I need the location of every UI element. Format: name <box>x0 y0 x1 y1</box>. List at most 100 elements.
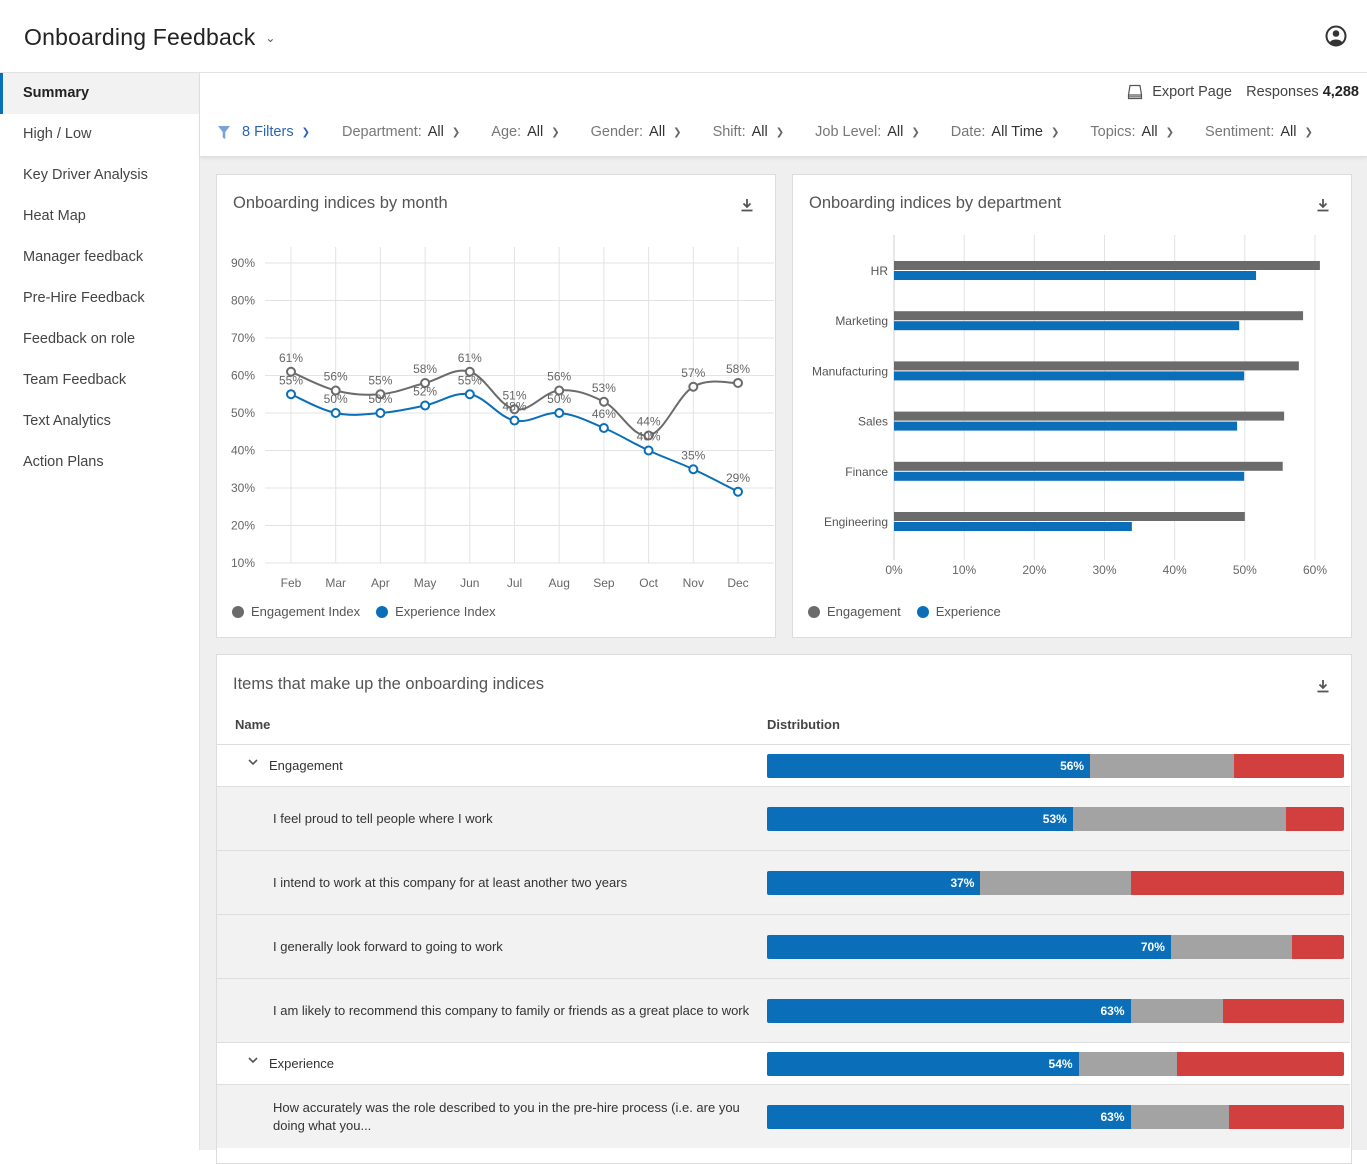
negative-segment[interactable] <box>1234 754 1344 778</box>
data-label: 53% <box>592 381 616 395</box>
table-row: I am likely to recommend this company to… <box>217 978 1350 1042</box>
positive-segment[interactable]: 53% <box>767 807 1073 831</box>
column-header-name[interactable]: Name <box>235 717 270 732</box>
chevron-down-icon[interactable] <box>248 1056 258 1067</box>
filter-funnel-icon <box>218 125 230 139</box>
sidebar-item-pre-hire-feedback[interactable]: Pre-Hire Feedback <box>0 278 199 319</box>
y-tick-label: 90% <box>231 256 255 270</box>
chevron-down-icon[interactable] <box>248 758 258 769</box>
negative-segment[interactable] <box>1228 1105 1344 1129</box>
neutral-segment[interactable] <box>1072 807 1287 831</box>
neutral-segment[interactable] <box>1130 999 1223 1023</box>
filter-date[interactable]: Date: All Time ❯ <box>951 124 1060 140</box>
survey-title-dropdown[interactable]: Onboarding Feedback ⌄ <box>24 24 276 51</box>
neutral-segment[interactable] <box>1170 935 1293 959</box>
positive-segment[interactable]: 37% <box>767 871 981 895</box>
user-circle-icon[interactable] <box>1325 25 1347 47</box>
data-label: 56% <box>547 370 571 384</box>
sidebar-item-key-driver-analysis[interactable]: Key Driver Analysis <box>0 155 199 196</box>
bar-experience <box>894 321 1240 331</box>
negative-segment[interactable] <box>1222 999 1344 1023</box>
chevron-down-icon: ❯ <box>1051 126 1060 138</box>
distribution-bar[interactable]: 70% <box>767 935 1344 959</box>
legend-item-experience-index[interactable]: Experience Index <box>376 604 496 619</box>
x-tick-label: 20% <box>1022 563 1046 577</box>
positive-segment[interactable]: 54% <box>767 1052 1079 1076</box>
x-tick-label: Nov <box>683 576 704 590</box>
filter-department[interactable]: Department: All ❯ <box>342 124 460 140</box>
negative-segment[interactable] <box>1176 1052 1344 1076</box>
x-tick-label: 60% <box>1303 563 1327 577</box>
table-group-row[interactable]: Engagement 56% <box>217 744 1350 786</box>
filters-toggle[interactable]: 8 Filters ❯ <box>218 124 310 140</box>
legend-label: Engagement <box>827 604 901 619</box>
filter-job-level[interactable]: Job Level: All ❯ <box>815 124 920 140</box>
neutral-segment[interactable] <box>1090 754 1235 778</box>
negative-segment[interactable] <box>1286 807 1344 831</box>
negative-segment[interactable] <box>1292 935 1344 959</box>
positive-segment[interactable]: 70% <box>767 935 1171 959</box>
distribution-bar[interactable]: 63% <box>767 999 1344 1023</box>
y-tick-label: Engineering <box>824 515 888 529</box>
data-point <box>598 396 609 407</box>
x-tick-label: Feb <box>281 576 302 590</box>
filter-label: Gender: <box>590 124 644 140</box>
neutral-segment[interactable] <box>1130 1105 1229 1129</box>
filter-shift[interactable]: Shift: All ❯ <box>713 124 785 140</box>
chevron-down-icon: ❯ <box>911 126 920 138</box>
x-tick-label: Apr <box>371 576 390 590</box>
legend-item-engagement-index[interactable]: Engagement Index <box>232 604 360 619</box>
positive-segment[interactable]: 56% <box>767 754 1091 778</box>
filter-gender[interactable]: Gender: All ❯ <box>591 124 682 140</box>
x-tick-label: Oct <box>639 576 658 590</box>
data-label: 61% <box>458 351 482 365</box>
filter-sentiment[interactable]: Sentiment: All ❯ <box>1205 124 1313 140</box>
data-point <box>375 408 386 418</box>
gridlines <box>893 235 1316 560</box>
x-tick-label: Sep <box>593 576 615 590</box>
filter-value: All <box>887 124 904 140</box>
sidebar-item-text-analytics[interactable]: Text Analytics <box>0 401 199 442</box>
chevron-down-icon: ❯ <box>551 126 560 138</box>
distribution-bar[interactable]: 56% <box>767 754 1344 778</box>
distribution-bar[interactable]: 37% <box>767 871 1344 895</box>
negative-segment[interactable] <box>1130 871 1344 895</box>
sidebar-item-team-feedback[interactable]: Team Feedback <box>0 360 199 401</box>
sidebar-item-feedback-on-role[interactable]: Feedback on role <box>0 319 199 360</box>
sidebar-item-action-plans[interactable]: Action Plans <box>0 442 199 483</box>
legend-label: Engagement Index <box>251 604 361 619</box>
neutral-segment[interactable] <box>1078 1052 1177 1076</box>
filter-value: All <box>527 124 544 140</box>
download-icon[interactable] <box>740 197 754 213</box>
distribution-bar[interactable]: 54% <box>767 1052 1344 1076</box>
filter-label: Age: <box>491 124 522 140</box>
bar-experience <box>894 421 1238 431</box>
table-group-row[interactable]: Experience 54% <box>217 1042 1350 1084</box>
download-icon[interactable] <box>1316 197 1330 213</box>
distribution-bar[interactable]: 53% <box>767 807 1344 831</box>
sidebar-item-heat-map[interactable]: Heat Map <box>0 196 199 237</box>
chevron-down-icon: ❯ <box>1165 126 1175 138</box>
positive-segment[interactable]: 63% <box>767 999 1131 1023</box>
distribution-bar[interactable]: 63% <box>767 1105 1344 1129</box>
filter-age[interactable]: Age: All ❯ <box>491 124 559 140</box>
filter-topics[interactable]: Topics: All ❯ <box>1090 124 1174 140</box>
filter-label: Date: <box>950 124 986 140</box>
bar-experience <box>894 271 1257 280</box>
sidebar-item-summary[interactable]: Summary <box>0 73 199 114</box>
legend-item-experience[interactable]: Experience <box>916 604 1001 619</box>
positive-segment[interactable]: 63% <box>767 1105 1131 1129</box>
data-point <box>554 408 565 418</box>
download-icon[interactable] <box>1316 678 1330 694</box>
sidebar-item-high-low[interactable]: High / Low <box>0 114 199 155</box>
y-tick-label: Sales <box>858 415 888 429</box>
legend-item-engagement[interactable]: Engagement <box>808 604 901 619</box>
sidebar-item-manager-feedback[interactable]: Manager feedback <box>0 237 199 278</box>
export-page-button[interactable]: Export Page <box>1127 84 1232 100</box>
filters-label: 8 Filters <box>242 124 294 140</box>
data-label: 55% <box>458 373 482 387</box>
x-tick-label: 10% <box>952 563 976 577</box>
responses-value: 4,288 <box>1322 84 1359 100</box>
column-header-distribution[interactable]: Distribution <box>767 717 840 732</box>
neutral-segment[interactable] <box>980 871 1131 895</box>
